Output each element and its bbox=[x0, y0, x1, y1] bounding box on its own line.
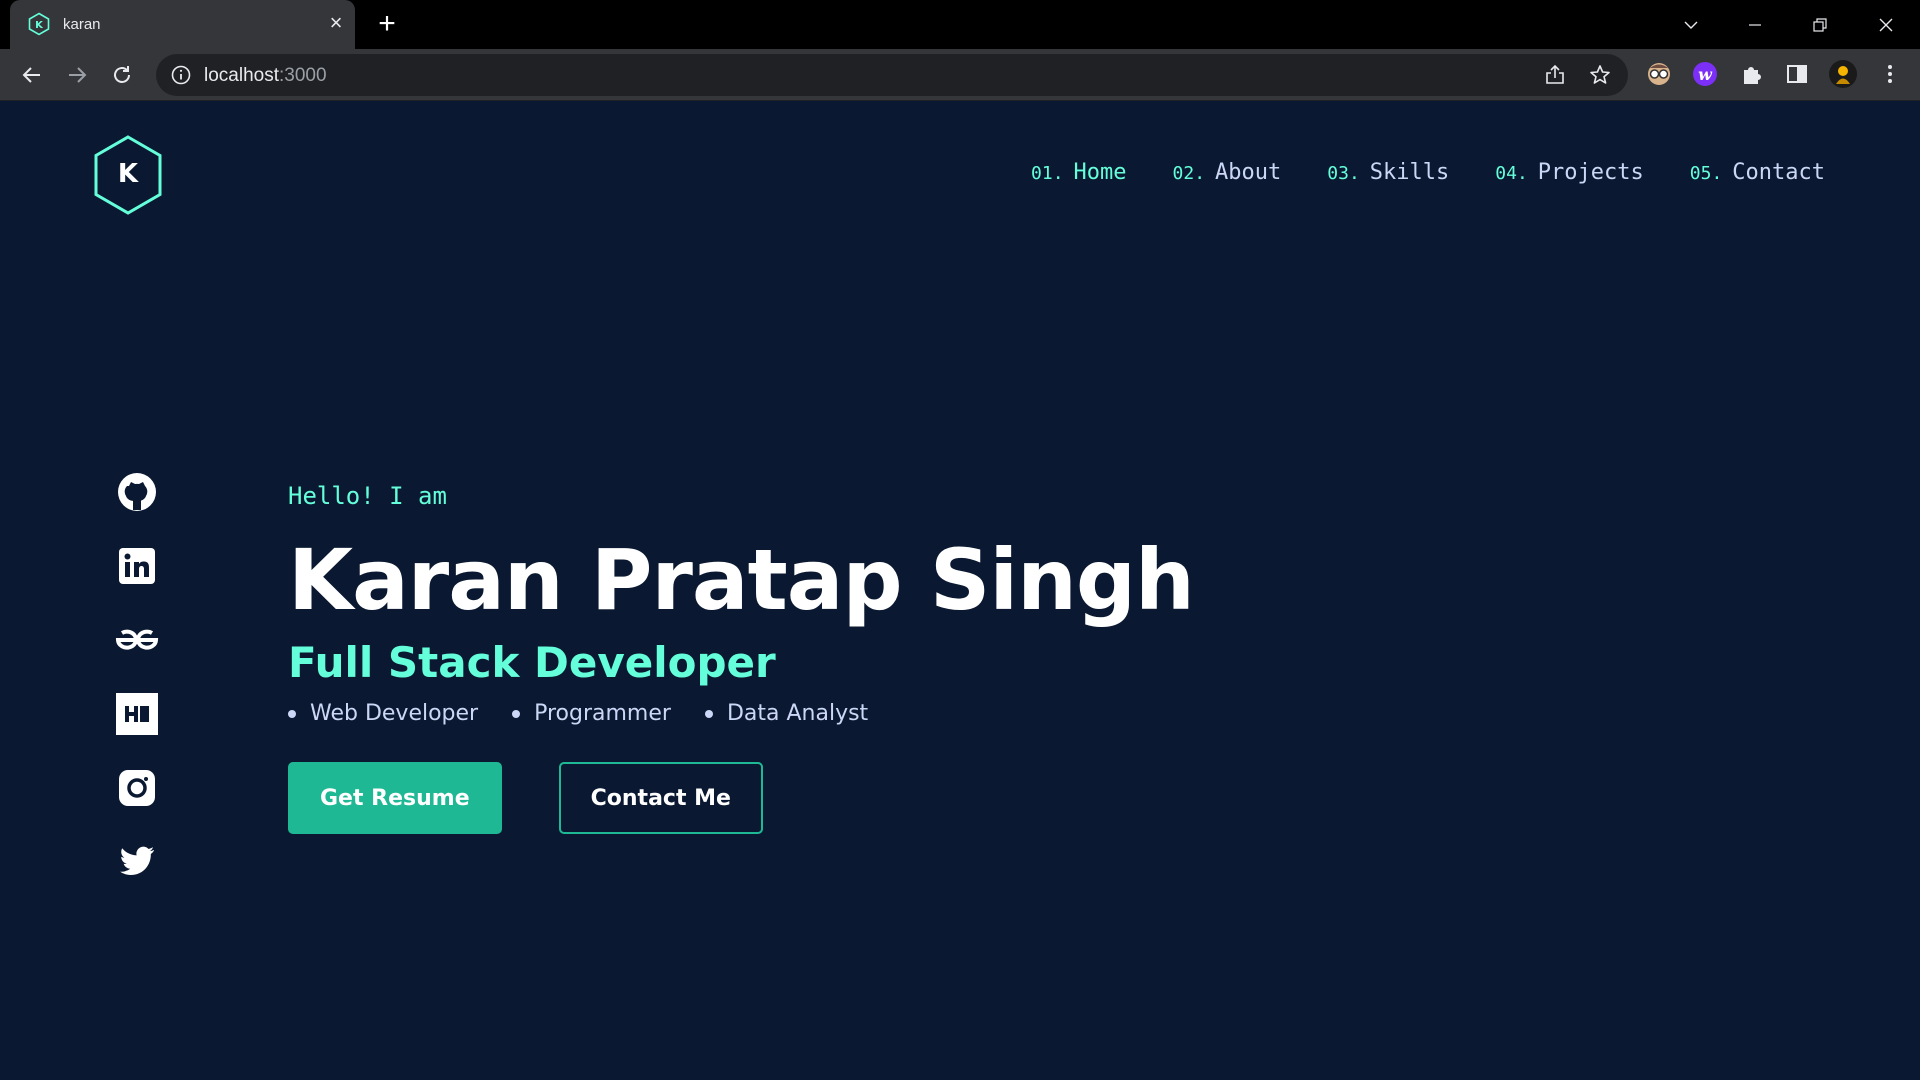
bullet-dot-icon bbox=[704, 709, 713, 718]
side-panel-icon[interactable] bbox=[1782, 59, 1812, 89]
get-resume-button[interactable]: Get Resume bbox=[288, 762, 502, 834]
contact-me-button[interactable]: Contact Me bbox=[558, 762, 763, 834]
back-arrow-icon[interactable] bbox=[16, 59, 48, 91]
social-links bbox=[114, 469, 160, 913]
hero-greeting: Hello! I am bbox=[288, 482, 447, 510]
minimize-icon[interactable] bbox=[1737, 10, 1773, 40]
skill-item: Programmer bbox=[512, 701, 671, 726]
browser-tab-bar: K karan × + bbox=[0, 0, 1920, 49]
new-tab-plus-icon[interactable]: + bbox=[372, 9, 402, 40]
svg-text:K: K bbox=[35, 20, 44, 31]
bookmark-star-icon[interactable] bbox=[1588, 63, 1612, 87]
skill-item: Web Developer bbox=[288, 701, 478, 726]
bullet-dot-icon bbox=[288, 709, 296, 718]
nav-label: About bbox=[1215, 160, 1282, 185]
nav-label: Projects bbox=[1537, 160, 1644, 185]
close-window-icon[interactable] bbox=[1868, 10, 1904, 40]
extension-avatar-icon[interactable] bbox=[1644, 59, 1674, 89]
hashnode-icon[interactable] bbox=[114, 691, 160, 737]
hero-section: Hello! I am Karan Pratap Singh Full Stac… bbox=[288, 482, 1195, 834]
extensions-puzzle-icon[interactable] bbox=[1737, 59, 1767, 89]
tab-title: karan bbox=[63, 16, 101, 33]
close-tab-icon[interactable]: × bbox=[324, 12, 348, 36]
linkedin-icon[interactable] bbox=[114, 543, 160, 589]
geeksforgeeks-icon[interactable] bbox=[114, 617, 160, 663]
nav-number: 02. bbox=[1172, 163, 1206, 184]
twitter-icon[interactable] bbox=[114, 839, 160, 885]
nav-label: Contact bbox=[1732, 160, 1825, 185]
browser-tab[interactable]: K karan × bbox=[10, 0, 355, 49]
nav-number: 03. bbox=[1327, 163, 1360, 184]
instagram-icon[interactable] bbox=[114, 765, 160, 811]
menu-kebab-icon[interactable] bbox=[1875, 59, 1905, 89]
skill-item: Data Analyst bbox=[704, 701, 868, 726]
hero-role: Full Stack Developer bbox=[288, 638, 776, 687]
github-icon[interactable] bbox=[114, 469, 160, 515]
hero-buttons: Get Resume Contact Me bbox=[288, 762, 1194, 834]
portfolio-page: K 01. Home 02. About 03. Skills 04. Proj… bbox=[0, 102, 1920, 1080]
nav-number: 04. bbox=[1495, 163, 1528, 184]
nav-number: 05. bbox=[1689, 163, 1723, 184]
forward-arrow-icon[interactable] bbox=[61, 59, 93, 91]
nav-item-projects[interactable]: 04. Projects bbox=[1495, 160, 1643, 185]
nav-label: Home bbox=[1073, 160, 1127, 185]
nav-number: 01. bbox=[1031, 163, 1064, 184]
hero-name: Karan Pratap Singh bbox=[288, 531, 1195, 629]
nav-label: Skills bbox=[1369, 160, 1450, 185]
restore-icon[interactable] bbox=[1802, 10, 1838, 40]
browser-toolbar: localhost:3000 w bbox=[0, 49, 1920, 101]
hero-skill-list: Web Developer Programmer Data Analyst bbox=[288, 701, 1194, 726]
svg-text:w: w bbox=[1698, 65, 1713, 84]
favicon-hexagon-icon: K bbox=[28, 12, 50, 36]
url-text[interactable]: localhost:3000 bbox=[204, 65, 327, 87]
nav-item-home[interactable]: 01. Home bbox=[1031, 160, 1127, 185]
extension-w-icon[interactable]: w bbox=[1690, 59, 1720, 89]
logo-letter: K bbox=[117, 159, 139, 189]
site-logo[interactable]: K bbox=[93, 135, 163, 215]
nav-item-about[interactable]: 02. About bbox=[1173, 160, 1282, 185]
share-icon[interactable] bbox=[1543, 63, 1567, 87]
nav-item-skills[interactable]: 03. Skills bbox=[1327, 160, 1449, 185]
site-info-icon[interactable] bbox=[170, 64, 192, 86]
bullet-dot-icon bbox=[512, 709, 521, 718]
main-nav: 01. Home 02. About 03. Skills 04. Projec… bbox=[1031, 160, 1825, 185]
tab-search-chevron-icon[interactable] bbox=[1673, 10, 1709, 40]
profile-avatar-icon[interactable] bbox=[1828, 59, 1858, 89]
reload-icon[interactable] bbox=[106, 59, 138, 91]
address-bar[interactable]: localhost:3000 bbox=[156, 54, 1628, 96]
nav-item-contact[interactable]: 05. Contact bbox=[1690, 160, 1825, 185]
